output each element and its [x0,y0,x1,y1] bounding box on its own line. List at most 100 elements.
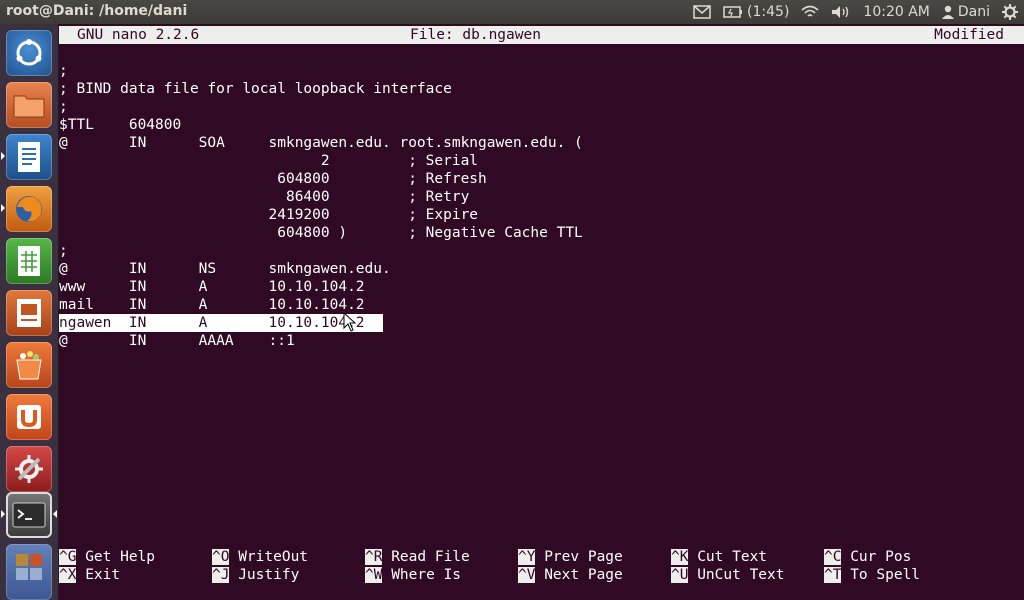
buffer-line[interactable]: mail IN A 10.10.104.2 [59,296,583,314]
shortcut-uncut-text[interactable]: ^U UnCut Text [671,566,785,584]
buffer-line[interactable]: 2 ; Serial [59,152,583,170]
libreoffice-impress-icon [6,290,52,336]
launcher-files[interactable] [6,82,52,128]
shortcut-label: To Spell [850,567,921,583]
launcher-impress[interactable] [6,290,52,336]
window-title: root@Dani: /home/dani [6,3,188,19]
shortcut-cut-text[interactable]: ^K Cut Text [671,548,767,566]
text-buffer[interactable]: ; ; BIND data file for local loopback in… [59,62,583,350]
volume-icon[interactable] [831,5,851,19]
buffer-line-selected[interactable]: ngawen IN A 10.10.104.2 [59,314,383,332]
shortcut-label: Prev Page [544,549,623,565]
clock[interactable]: 10:20 AM [863,4,929,20]
launcher-focused-indicator [53,510,57,518]
buffer-line[interactable]: ; [59,62,583,80]
shortcut-key: ^V [518,567,536,583]
launcher-calc[interactable] [6,238,52,284]
buffer-line[interactable]: @ IN NS smkngawen.edu. [59,260,583,278]
shortcut-label: Next Page [544,567,623,583]
top-panel: root@Dani: /home/dani (1:45) 10:20 AM Da… [0,0,1024,24]
launcher-workspaces[interactable] [6,544,52,600]
buffer-line[interactable]: ; BIND data file for local loopback inte… [59,80,583,98]
shortcut-key: ^C [824,549,842,565]
mail-icon[interactable] [693,5,711,19]
shortcut-key: ^W [365,567,383,583]
system-settings-icon [6,446,52,492]
shortcut-label: WriteOut [238,549,309,565]
buffer-line[interactable]: @ IN SOA smkngawen.edu. root.smkngawen.e… [59,134,583,152]
shortcut-to-spell[interactable]: ^T To Spell [824,566,920,584]
shortcut-key: ^T [824,567,842,583]
shortcut-key: ^Y [518,549,536,565]
shortcut-label: Exit [85,567,121,583]
shortcut-where-is[interactable]: ^W Where Is [365,566,461,584]
indicator-area: (1:45) 10:20 AM Dani [693,0,1018,24]
software-center-icon [6,342,52,388]
shortcut-label: Cut Text [697,549,768,565]
shortcut-key: ^X [59,567,77,583]
firefox-icon [6,186,52,232]
shortcut-label: Justify [238,567,300,583]
terminal-icon [6,492,52,538]
shortcut-next-page[interactable]: ^V Next Page [518,566,623,584]
battery-time: (1:45) [747,4,790,20]
nano-title-bar: GNU nano 2.2.6 File: db.ngawen Modified [59,26,1024,44]
launcher-running-indicator [1,204,5,212]
launcher-terminal[interactable] [6,492,52,538]
shortcut-key: ^J [212,567,230,583]
buffer-line[interactable]: @ IN AAAA ::1 [59,332,583,350]
buffer-line[interactable]: 86400 ; Retry [59,188,583,206]
launcher-writer[interactable] [6,134,52,180]
user-menu[interactable]: Dani [941,4,990,20]
shortcut-key: ^O [212,549,230,565]
nano-version: GNU nano 2.2.6 [77,27,200,43]
libreoffice-calc-icon [6,238,52,284]
user-name: Dani [957,4,990,20]
workspace-switcher-icon [6,544,52,590]
launcher-dash-home[interactable] [6,30,52,76]
shortcut-writeout[interactable]: ^O WriteOut [212,548,308,566]
launcher [0,24,59,600]
wifi-icon[interactable] [801,5,819,19]
mouse-pointer-icon [343,311,357,336]
shortcut-key: ^K [671,549,689,565]
shortcut-cur-pos[interactable]: ^C Cur Pos [824,548,911,566]
buffer-line[interactable]: $TTL 604800 [59,116,583,134]
shortcut-justify[interactable]: ^J Justify [212,566,299,584]
shortcut-key: ^R [365,549,383,565]
user-icon [941,5,954,19]
launcher-firefox[interactable] [6,186,52,232]
shortcut-read-file[interactable]: ^R Read File [365,548,470,566]
shortcut-prev-page[interactable]: ^Y Prev Page [518,548,623,566]
shortcut-label: Get Help [85,549,156,565]
shortcut-key: ^G [59,549,77,565]
buffer-line[interactable]: 604800 ; Refresh [59,170,583,188]
battery-icon [723,6,743,18]
launcher-system-settings[interactable] [6,446,52,492]
battery-indicator[interactable]: (1:45) [723,4,789,20]
shortcut-label: Cur Pos [850,549,912,565]
libreoffice-writer-icon [6,134,52,180]
launcher-software-center[interactable] [6,342,52,388]
launcher-ubuntu-one[interactable] [6,394,52,440]
shortcut-label: UnCut Text [697,567,785,583]
buffer-line[interactable]: www IN A 10.10.104.2 [59,278,583,296]
shortcut-label: Where Is [391,567,462,583]
files-icon [6,82,52,128]
launcher-running-indicator [1,152,5,160]
nano-modified-status: Modified [934,27,1004,43]
shortcut-exit[interactable]: ^X Exit [59,566,120,584]
shortcut-label: Read File [391,549,470,565]
gear-icon[interactable] [1002,4,1018,20]
buffer-line[interactable]: 604800 ) ; Negative Cache TTL [59,224,583,242]
nano-filename: File: db.ngawen [410,27,541,43]
shortcut-get-help[interactable]: ^G Get Help [59,548,155,566]
buffer-line[interactable]: ; [59,242,583,260]
terminal-window[interactable]: GNU nano 2.2.6 File: db.ngawen Modified … [59,24,1024,600]
dash-home-icon [6,30,52,76]
shortcut-key: ^U [671,567,689,583]
ubuntu-one-icon [6,394,52,440]
buffer-line[interactable]: ; [59,98,583,116]
launcher-running-indicator [1,510,5,518]
buffer-line[interactable]: 2419200 ; Expire [59,206,583,224]
